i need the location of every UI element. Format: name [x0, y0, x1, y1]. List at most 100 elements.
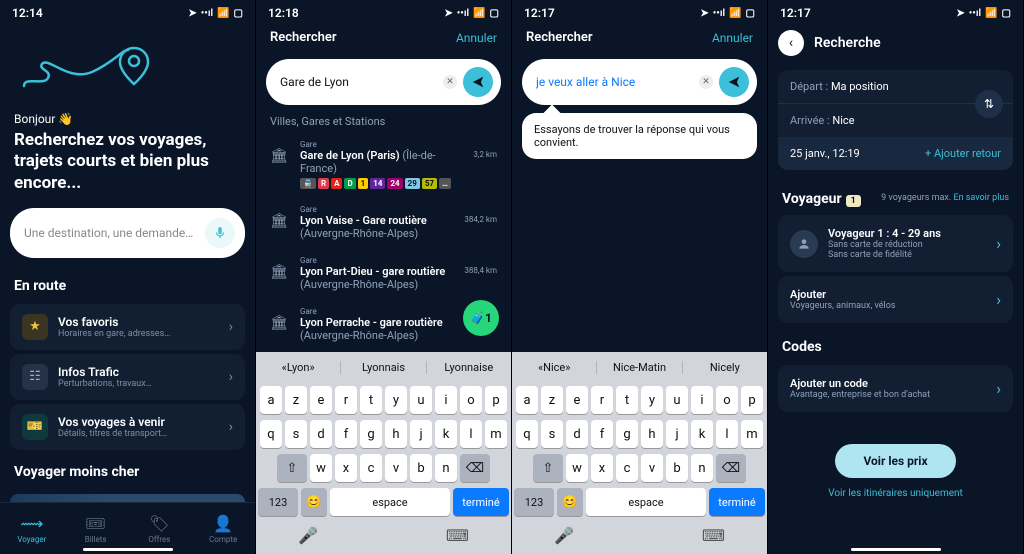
key-r[interactable]: r — [591, 386, 613, 414]
key-p[interactable]: p — [741, 386, 763, 414]
key-f[interactable]: f — [591, 420, 613, 448]
key-y[interactable]: y — [385, 386, 407, 414]
send-button[interactable] — [463, 67, 493, 97]
swap-button[interactable]: ⇅ — [975, 90, 1003, 118]
tab-billets[interactable]: 🎟Billets — [64, 503, 128, 554]
key-h[interactable]: h — [385, 420, 407, 448]
mic-button[interactable] — [205, 218, 235, 248]
key-x[interactable]: x — [591, 454, 613, 482]
key-o[interactable]: o — [716, 386, 738, 414]
key-n[interactable]: n — [691, 454, 713, 482]
key-a[interactable]: a — [260, 386, 282, 414]
key-l[interactable]: l — [460, 420, 482, 448]
card-trips[interactable]: 🎫 Vos voyages à venirDétails, titres de … — [10, 404, 245, 450]
card-traffic[interactable]: ☷ Infos TraficPerturbations, travaux… › — [10, 354, 245, 400]
emoji-key[interactable]: 😊 — [557, 488, 583, 516]
key-j[interactable]: j — [410, 420, 432, 448]
tab-voyager[interactable]: ⟿Voyager — [0, 503, 64, 554]
key-u[interactable]: u — [666, 386, 688, 414]
suggestion[interactable]: Lyonnais — [341, 361, 426, 374]
key-b[interactable]: b — [666, 454, 688, 482]
dictation-icon[interactable]: 🎤 — [298, 526, 318, 545]
key-y[interactable]: y — [641, 386, 663, 414]
add-return-button[interactable]: + Ajouter retour — [896, 137, 1014, 170]
key-h[interactable]: h — [641, 420, 663, 448]
passenger-card[interactable]: Voyageur 1 : 4 - 29 ans Sans carte de ré… — [778, 215, 1013, 272]
key-c[interactable]: c — [616, 454, 638, 482]
shift-key[interactable]: ⇧ — [277, 454, 307, 482]
key-b[interactable]: b — [410, 454, 432, 482]
key-e[interactable]: e — [566, 386, 588, 414]
search-input[interactable] — [280, 75, 443, 89]
key-c[interactable]: c — [360, 454, 382, 482]
search-input-wrap[interactable]: ✕ — [522, 59, 757, 105]
key-d[interactable]: d — [310, 420, 332, 448]
add-passenger-card[interactable]: AjouterVoyageurs, animaux, vélos › — [778, 276, 1013, 323]
keyboard-icon[interactable]: ⌨ — [446, 526, 469, 545]
learn-more-link[interactable]: En savoir plus — [953, 193, 1009, 203]
search-result[interactable]: 🏛 Gare Lyon Part-Dieu - gare routière (A… — [256, 248, 511, 299]
key-k[interactable]: k — [691, 420, 713, 448]
send-button[interactable] — [719, 67, 749, 97]
cancel-button[interactable]: Annuler — [456, 31, 497, 45]
suggestion[interactable]: «Nice» — [512, 361, 597, 374]
key-k[interactable]: k — [435, 420, 457, 448]
tab-offres[interactable]: 🏷Offres — [128, 503, 192, 554]
back-button[interactable]: ‹ — [778, 30, 804, 56]
clear-button[interactable]: ✕ — [443, 75, 457, 89]
itineraries-link[interactable]: Voir les itinéraires uniquement — [768, 488, 1023, 499]
key-d[interactable]: d — [566, 420, 588, 448]
space-key[interactable]: espace — [586, 488, 706, 516]
space-key[interactable]: espace — [330, 488, 450, 516]
key-i[interactable]: i — [691, 386, 713, 414]
key-a[interactable]: a — [516, 386, 538, 414]
search-result[interactable]: 🏛 Gare Gare de Lyon (Paris) (Île-de-Fran… — [256, 132, 511, 197]
numbers-key[interactable]: 123 — [258, 488, 298, 516]
key-u[interactable]: u — [410, 386, 432, 414]
key-t[interactable]: t — [360, 386, 382, 414]
delete-key[interactable]: ⌫ — [716, 454, 746, 482]
key-n[interactable]: n — [435, 454, 457, 482]
key-t[interactable]: t — [616, 386, 638, 414]
emoji-key[interactable]: 😊 — [301, 488, 327, 516]
card-favorites[interactable]: ★ Vos favorisHoraires en gare, adresses…… — [10, 304, 245, 350]
key-j[interactable]: j — [666, 420, 688, 448]
key-v[interactable]: v — [385, 454, 407, 482]
date-button[interactable]: 25 janv., 12:19 — [778, 137, 896, 170]
search-result[interactable]: 🏛 Gare Lyon Vaise - Gare routière (Auver… — [256, 197, 511, 248]
key-i[interactable]: i — [435, 386, 457, 414]
key-z[interactable]: z — [541, 386, 563, 414]
suggestion[interactable]: Nice-Matin — [597, 361, 682, 374]
see-prices-button[interactable]: Voir les prix — [835, 444, 955, 478]
key-g[interactable]: g — [616, 420, 638, 448]
shift-key[interactable]: ⇧ — [533, 454, 563, 482]
key-z[interactable]: z — [285, 386, 307, 414]
search-input-wrap[interactable]: ✕ — [266, 59, 501, 105]
fab-luggage[interactable]: 🧳1 — [463, 300, 499, 336]
key-p[interactable]: p — [485, 386, 507, 414]
key-v[interactable]: v — [641, 454, 663, 482]
key-r[interactable]: r — [335, 386, 357, 414]
search-input[interactable] — [536, 75, 699, 89]
key-g[interactable]: g — [360, 420, 382, 448]
key-o[interactable]: o — [460, 386, 482, 414]
key-q[interactable]: q — [516, 420, 538, 448]
tab-compte[interactable]: 👤Compte — [191, 503, 255, 554]
key-m[interactable]: m — [741, 420, 763, 448]
keyboard-icon[interactable]: ⌨ — [702, 526, 725, 545]
key-w[interactable]: w — [566, 454, 588, 482]
clear-button[interactable]: ✕ — [699, 75, 713, 89]
key-s[interactable]: s — [285, 420, 307, 448]
dictation-icon[interactable]: 🎤 — [554, 526, 574, 545]
key-f[interactable]: f — [335, 420, 357, 448]
key-s[interactable]: s — [541, 420, 563, 448]
add-code-card[interactable]: Ajouter un codeAvantage, entreprise et b… — [778, 365, 1013, 412]
key-x[interactable]: x — [335, 454, 357, 482]
suggestion[interactable]: Lyonnaise — [427, 361, 511, 374]
key-m[interactable]: m — [485, 420, 507, 448]
numbers-key[interactable]: 123 — [514, 488, 554, 516]
search-bar[interactable]: Une destination, une demande… — [10, 208, 245, 258]
suggestion[interactable]: Nicely — [683, 361, 767, 374]
done-key[interactable]: terminé — [453, 488, 509, 516]
delete-key[interactable]: ⌫ — [460, 454, 490, 482]
